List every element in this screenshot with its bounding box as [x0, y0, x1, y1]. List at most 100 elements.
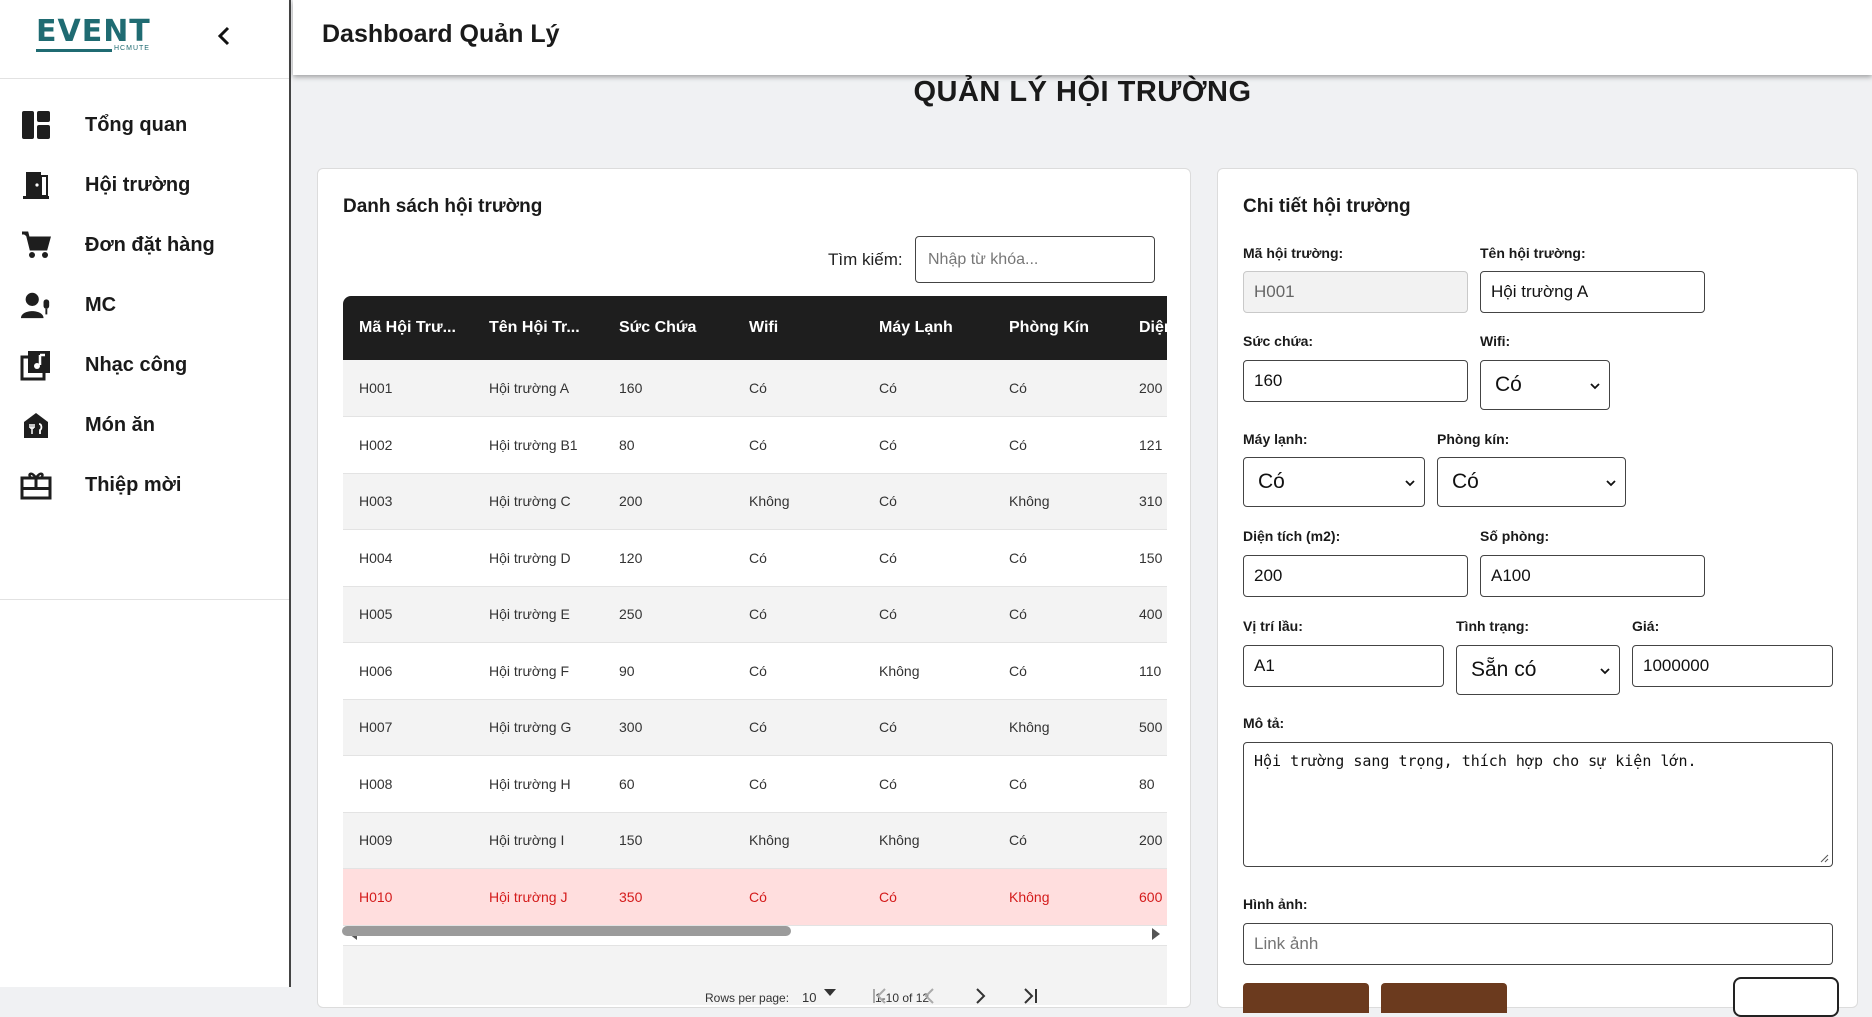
sidebar-item-label: Tổng quan — [85, 113, 188, 136]
table-row[interactable]: H010 Hội trường J 350 Có Có Không 600 — [343, 868, 1167, 925]
table-cell: 200 — [619, 493, 643, 510]
price-field[interactable] — [1632, 645, 1833, 687]
sidebar-item-mc[interactable]: MC — [0, 275, 289, 335]
hall-image-thumbnail[interactable] — [1243, 983, 1369, 1013]
table-cell: Hội trường H — [489, 775, 571, 792]
wifi-select[interactable]: Có — [1480, 360, 1610, 410]
table-cell: 120 — [619, 549, 643, 566]
table-cell: Có — [749, 606, 767, 623]
table-cell: H001 — [359, 380, 393, 396]
sidebar-item-thiep-moi[interactable]: Thiệp mời — [0, 455, 289, 515]
table-cell: Có — [879, 775, 897, 792]
image-link-field[interactable] — [1243, 923, 1833, 965]
table-row[interactable]: H007 Hội trường G 300 Có Có Không 500 — [343, 699, 1167, 756]
cart-icon — [20, 229, 52, 261]
last-page-button[interactable] — [1018, 984, 1042, 1008]
door-icon — [20, 169, 52, 201]
table-row[interactable]: H009 Hội trường I 150 Không Không Có 200 — [343, 812, 1167, 869]
room-number-field[interactable] — [1480, 555, 1705, 597]
sidebar-item-mon-an[interactable]: Món ăn — [0, 395, 289, 455]
caret-down-icon[interactable] — [824, 989, 836, 996]
chevron-left-icon — [924, 988, 934, 1004]
column-header-ac[interactable]: Máy Lạnh — [863, 296, 993, 360]
hall-table: Mã Hội Trư... Tên Hội Tr... Sức Chứa Wif… — [343, 296, 1167, 934]
table-cell: 350 — [619, 888, 643, 905]
status-select[interactable]: Sẵn có — [1456, 645, 1620, 695]
code-field[interactable] — [1243, 271, 1468, 313]
table-cell: Có — [749, 380, 767, 396]
sidebar-item-hoi-truong[interactable]: Hội trường — [0, 155, 289, 215]
table-cell: Hội trường D — [489, 549, 571, 566]
table-cell: Có — [1009, 606, 1027, 623]
table-row[interactable]: H001 Hội trường A 160 Có Có Có 200 — [343, 360, 1167, 417]
table-cell: H003 — [359, 493, 393, 510]
chevron-right-icon — [976, 988, 986, 1004]
wifi-select-value: Có — [1495, 373, 1522, 396]
table-cell: 150 — [1139, 549, 1163, 566]
table-row[interactable]: H004 Hội trường D 120 Có Có Có 150 — [343, 529, 1167, 586]
sidebar-item-tong-quan[interactable]: Tổng quan — [0, 95, 289, 155]
table-cell: Không — [749, 493, 790, 510]
next-page-button[interactable] — [968, 984, 992, 1008]
table-cell: Có — [879, 606, 897, 623]
table-cell: H010 — [359, 888, 393, 905]
table-cell: Không — [879, 832, 920, 849]
status-select-value: Sẵn có — [1471, 658, 1537, 681]
first-page-button[interactable] — [868, 984, 892, 1008]
sidebar-item-label: Thiệp mời — [85, 473, 182, 496]
table-row[interactable]: H003 Hội trường C 200 Không Có Không 310 — [343, 473, 1167, 530]
table-cell: Có — [749, 719, 767, 736]
description-label: Mô tả: — [1243, 715, 1285, 731]
table-cell: Không — [1009, 888, 1050, 905]
table-cell: 600 — [1139, 888, 1163, 905]
hall-list-card: Danh sách hội trường Tìm kiếm: Mã Hội Tr… — [317, 168, 1191, 1008]
column-header-capacity[interactable]: Sức Chứa — [603, 296, 733, 360]
table-row[interactable]: H008 Hội trường H 60 Có Có Có 80 — [343, 755, 1167, 812]
table-cell: Có — [879, 888, 897, 905]
rows-per-page-select[interactable]: 10 — [802, 990, 816, 1005]
table-row[interactable]: H006 Hội trường F 90 Có Không Có 110 — [343, 642, 1167, 699]
collapse-sidebar-button[interactable] — [212, 20, 236, 52]
sidebar-item-nhac-cong[interactable]: Nhạc công — [0, 335, 289, 395]
ac-select[interactable]: Có — [1243, 457, 1425, 507]
area-field[interactable] — [1243, 555, 1468, 597]
previous-page-button[interactable] — [918, 984, 942, 1008]
search-label: Tìm kiếm: — [828, 250, 903, 269]
sidebar-item-label: Món ăn — [85, 413, 155, 436]
table-cell: H004 — [359, 549, 393, 566]
music-library-icon — [20, 349, 52, 381]
table-row[interactable]: H002 Hội trường B1 80 Có Có Có 121 — [343, 416, 1167, 473]
column-header-name[interactable]: Tên Hội Tr... — [473, 296, 603, 360]
resize-grip-icon[interactable] — [1819, 853, 1829, 863]
table-cell: Không — [1009, 719, 1050, 736]
chevron-left-icon — [217, 26, 230, 46]
scrollbar-thumb[interactable] — [342, 926, 791, 936]
table-cell: 160 — [619, 380, 643, 396]
search-input[interactable] — [915, 236, 1155, 283]
ac-label: Máy lạnh: — [1243, 431, 1308, 447]
scroll-right-arrow-icon[interactable] — [1152, 928, 1160, 940]
sidebar-item-label: Hội trường — [85, 173, 191, 196]
table-row[interactable]: H005 Hội trường E 250 Có Có Có 400 — [343, 586, 1167, 643]
sidebar-nav: Tổng quan Hội trường Đơn đặt hàng MC Nhạ… — [0, 79, 289, 600]
column-header-area[interactable]: Diện — [1123, 296, 1167, 360]
table-cell: 121 — [1139, 436, 1163, 453]
column-header-wifi[interactable]: Wifi — [733, 296, 863, 360]
table-cell: Có — [1009, 380, 1027, 396]
floor-field[interactable] — [1243, 645, 1444, 687]
sidebar-item-don-dat-hang[interactable]: Đơn đặt hàng — [0, 215, 289, 275]
logo-area: EVENT HCMUTE — [0, 0, 289, 79]
table-cell: Hội trường J — [489, 888, 568, 905]
description-textarea[interactable]: Hội trường sang trọng, thích hợp cho sự … — [1243, 742, 1833, 867]
column-header-code[interactable]: Mã Hội Trư... — [343, 296, 473, 360]
column-header-private-room[interactable]: Phòng Kín — [993, 296, 1123, 360]
upload-button[interactable] — [1733, 977, 1839, 1017]
private-room-select[interactable]: Có — [1437, 457, 1626, 507]
sidebar-item-label: MC — [85, 293, 117, 316]
hall-image-thumbnail[interactable] — [1381, 983, 1507, 1013]
name-field[interactable] — [1480, 271, 1705, 313]
floor-label: Vị trí lầu: — [1243, 618, 1303, 634]
capacity-field[interactable] — [1243, 360, 1468, 402]
table-cell: Có — [1009, 775, 1027, 792]
table-cell: Hội trường F — [489, 662, 570, 679]
